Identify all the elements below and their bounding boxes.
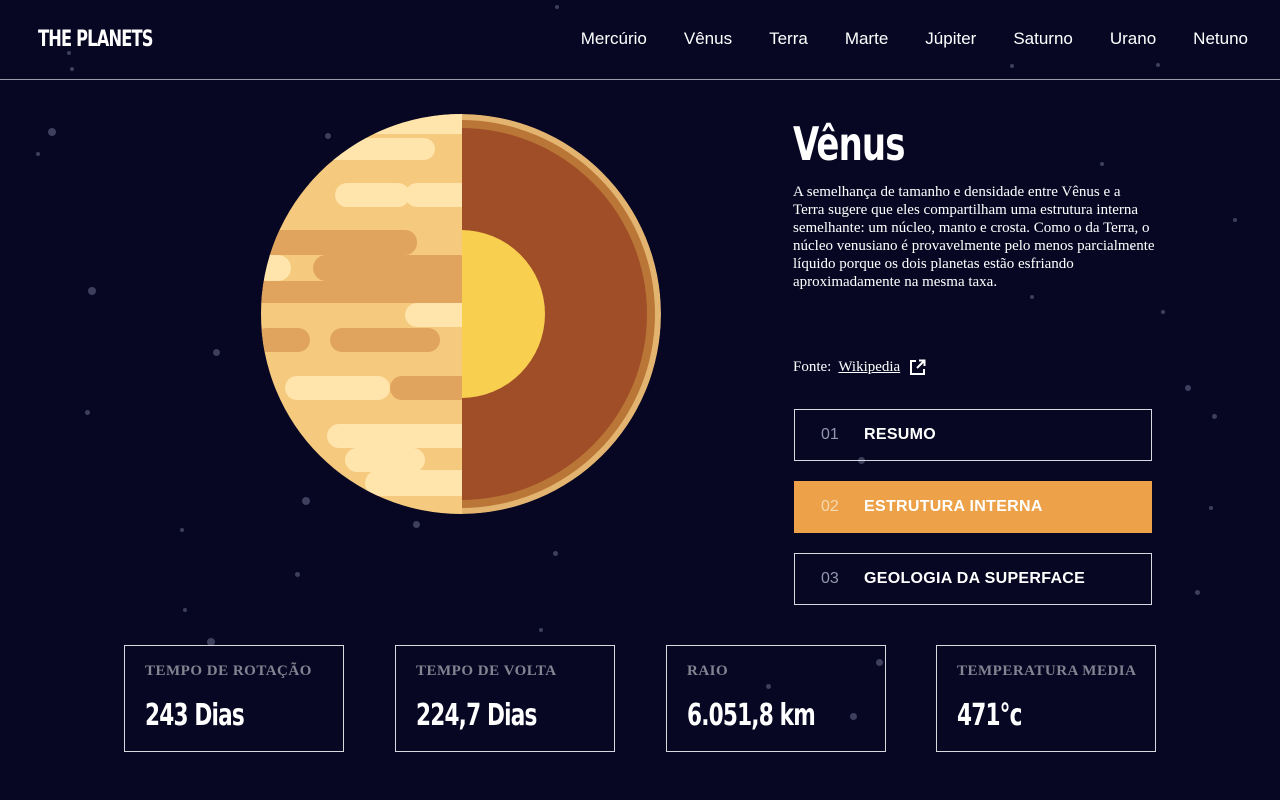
source-link[interactable]: Wikipedia (838, 359, 900, 376)
stat-label: TEMPERATURA MEDIA (957, 663, 1137, 679)
tab-label: RESUMO (864, 426, 937, 443)
tab-number: 03 (821, 570, 839, 587)
nav-item-marte[interactable]: Marte (845, 29, 888, 49)
stat-label: RAIO (687, 663, 729, 679)
tab-number: 01 (821, 426, 839, 443)
stat-rotation: TEMPO DE ROTAÇÃO 243 Dias (124, 645, 344, 752)
planet-description: A semelhança de tamanho e densidade entr… (793, 184, 1155, 290)
source-label: Fonte: (793, 359, 832, 375)
stat-temperature: TEMPERATURA MEDIA 471°c (936, 645, 1156, 752)
stat-value: 471°c (957, 698, 1022, 733)
tab-estrutura-interna[interactable]: 02 ESTRUTURA INTERNA (794, 481, 1152, 533)
nav-item-netuno[interactable]: Netuno (1193, 29, 1248, 49)
tab-label: GEOLOGIA DA SUPERFACE (864, 570, 1086, 587)
source-line: Fonte: Wikipedia (793, 359, 926, 376)
stat-label: TEMPO DE VOLTA (416, 663, 557, 679)
tab-number: 02 (821, 498, 839, 515)
stat-revolution: TEMPO DE VOLTA 224,7 Dias (395, 645, 615, 752)
tab-resumo[interactable]: 01 RESUMO (794, 409, 1152, 461)
stat-value: 6.051,8 km (687, 698, 816, 733)
nav-item-saturno[interactable]: Saturno (1013, 29, 1073, 49)
nav-item-urano[interactable]: Urano (1110, 29, 1156, 49)
site-logo[interactable]: THE PLANETS (38, 27, 153, 52)
nav-item-terra[interactable]: Terra (769, 29, 808, 49)
external-link-icon[interactable] (909, 359, 926, 376)
planet-nav: Mercúrio Vênus Terra Marte Júpiter Satur… (544, 29, 1248, 49)
nav-item-venus[interactable]: Vênus (684, 29, 732, 49)
stat-value: 224,7 Dias (416, 698, 537, 733)
top-header: THE PLANETS Mercúrio Vênus Terra Marte J… (0, 0, 1280, 80)
stat-label: TEMPO DE ROTAÇÃO (145, 663, 312, 679)
stat-value: 243 Dias (145, 698, 245, 733)
nav-item-mercurio[interactable]: Mercúrio (581, 29, 647, 49)
stat-radius: RAIO 6.051,8 km (666, 645, 886, 752)
tab-label: ESTRUTURA INTERNA (864, 498, 1043, 515)
tab-geologia[interactable]: 03 GEOLOGIA DA SUPERFACE (794, 553, 1152, 605)
planet-internal-structure-image (261, 114, 661, 514)
planet-title: Vênus (793, 117, 905, 171)
nav-item-jupiter[interactable]: Júpiter (925, 29, 976, 49)
